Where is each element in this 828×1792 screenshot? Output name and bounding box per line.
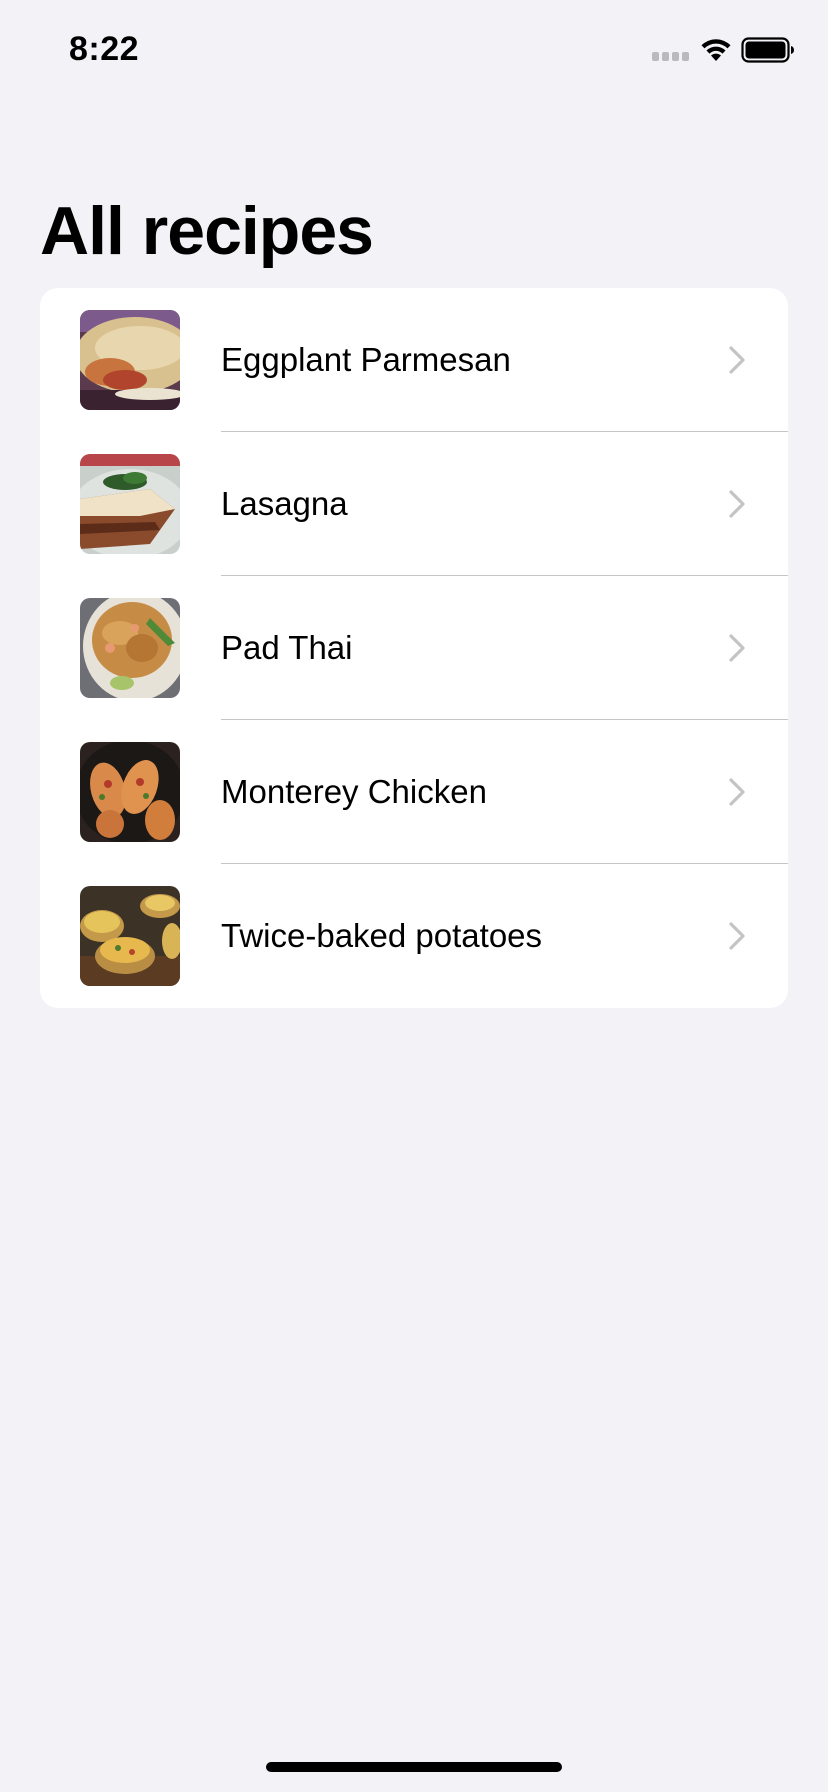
chevron-right-icon bbox=[729, 922, 745, 950]
chevron-right-icon bbox=[729, 346, 745, 374]
home-indicator[interactable] bbox=[266, 1762, 562, 1772]
recipe-row-monterey-chicken[interactable]: Monterey Chicken bbox=[40, 720, 788, 864]
signal-icon bbox=[652, 52, 690, 62]
recipe-name: Lasagna bbox=[221, 485, 348, 522]
eggplant-parmesan-thumbnail bbox=[80, 310, 180, 410]
twice-baked-potatoes-thumbnail bbox=[80, 886, 180, 986]
recipe-list: Eggplant Parmesan Lasagna Pad Thai Monte… bbox=[40, 288, 788, 1008]
monterey-chicken-thumbnail bbox=[80, 742, 180, 842]
recipe-row-eggplant-parmesan[interactable]: Eggplant Parmesan bbox=[40, 288, 788, 432]
lasagna-thumbnail bbox=[80, 454, 180, 554]
recipe-name: Monterey Chicken bbox=[221, 773, 487, 810]
app-screen: 8:22 All recipes Eggplant Parmesan Lasag… bbox=[0, 0, 828, 1792]
recipe-name: Twice-baked potatoes bbox=[221, 917, 543, 954]
wifi-icon bbox=[701, 39, 731, 61]
chevron-right-icon bbox=[729, 634, 745, 662]
battery-icon bbox=[741, 37, 794, 63]
recipe-name: Eggplant Parmesan bbox=[221, 341, 511, 378]
recipe-row-twice-baked-potatoes[interactable]: Twice-baked potatoes bbox=[40, 864, 788, 1008]
status-bar: 8:22 bbox=[0, 0, 828, 100]
recipe-row-lasagna[interactable]: Lasagna bbox=[40, 432, 788, 576]
status-time: 8:22 bbox=[69, 30, 140, 68]
chevron-right-icon bbox=[729, 778, 745, 806]
recipe-name: Pad Thai bbox=[221, 629, 353, 666]
page-title: All recipes bbox=[40, 193, 374, 269]
pad-thai-thumbnail bbox=[80, 598, 180, 698]
chevron-right-icon bbox=[729, 490, 745, 518]
recipe-row-pad-thai[interactable]: Pad Thai bbox=[40, 576, 788, 720]
